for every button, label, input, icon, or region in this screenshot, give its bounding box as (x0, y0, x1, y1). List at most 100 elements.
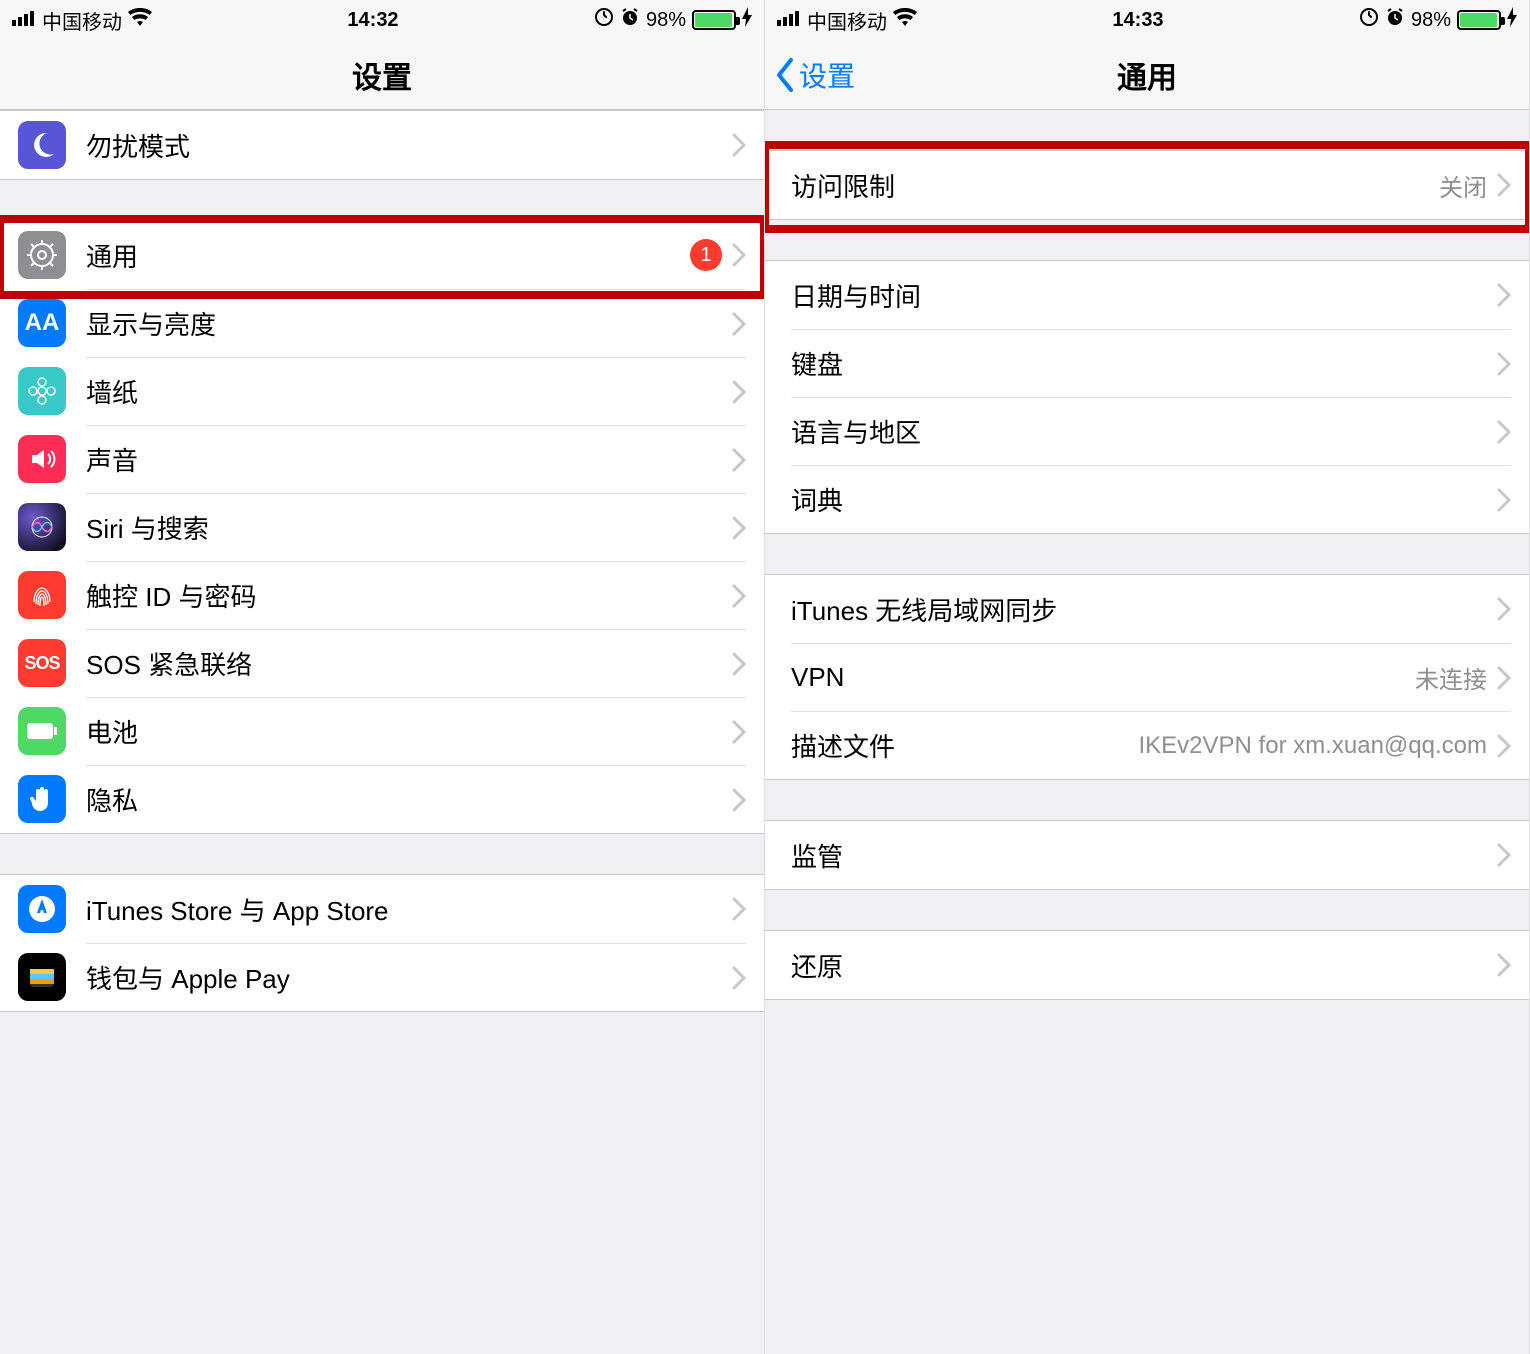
wifi-icon (893, 8, 917, 32)
row-sos[interactable]: SOS SOS 紧急联络 (0, 629, 764, 697)
chevron-right-icon (1497, 666, 1511, 690)
text-size-icon: AA (18, 299, 66, 347)
row-battery[interactable]: 电池 (0, 697, 764, 765)
page-title: 设置 (352, 53, 412, 97)
appstore-icon (18, 885, 66, 933)
page-title: 通用 (1117, 53, 1177, 97)
row-label: 键盘 (791, 345, 1497, 382)
row-vpn[interactable]: VPN未连接 (765, 643, 1529, 711)
gear-icon (18, 231, 66, 279)
general-list[interactable]: 访问限制 关闭 日期与时间 键盘 语言与地区 词典 (765, 110, 1529, 1354)
row-label: 语言与地区 (791, 413, 1497, 450)
row-label: 电池 (86, 713, 732, 750)
chevron-right-icon (732, 584, 746, 608)
chevron-right-icon (1497, 843, 1511, 867)
row-restrictions[interactable]: 访问限制 关闭 (765, 151, 1529, 219)
row-label: iTunes Store 与 App Store (86, 891, 732, 928)
chevron-right-icon (732, 448, 746, 472)
battery-pct: 98% (1411, 9, 1451, 32)
back-label: 设置 (799, 55, 855, 95)
row-label: 勿扰模式 (86, 127, 732, 164)
row-profile[interactable]: 描述文件IKEv2VPN for xm.xuan@qq.com (765, 711, 1529, 779)
row-label: 通用 (86, 237, 690, 274)
row-label: 访问限制 (791, 167, 1439, 204)
row-label: 日期与时间 (791, 277, 1497, 314)
back-button[interactable]: 设置 (775, 40, 855, 109)
row-label: iTunes 无线局域网同步 (791, 591, 1497, 628)
row-label: 声音 (86, 441, 732, 478)
chevron-right-icon (1497, 597, 1511, 621)
row-general[interactable]: 通用 1 (0, 221, 764, 289)
wallet-icon (18, 953, 66, 1001)
row-siri[interactable]: Siri 与搜索 (0, 493, 764, 561)
row-label: 监管 (791, 837, 1497, 874)
notification-badge: 1 (690, 239, 722, 271)
chevron-right-icon (1497, 420, 1511, 444)
row-dictionary[interactable]: 词典 (765, 465, 1529, 533)
chevron-right-icon (732, 380, 746, 404)
flower-icon (18, 367, 66, 415)
row-detail: IKEv2VPN for xm.xuan@qq.com (1139, 732, 1488, 760)
signal-icon (777, 9, 801, 32)
row-label: 墙纸 (86, 373, 732, 410)
chevron-right-icon (732, 312, 746, 336)
chevron-right-icon (732, 133, 746, 157)
chevron-right-icon (732, 243, 746, 267)
row-reset[interactable]: 还原 (765, 931, 1529, 999)
row-date-time[interactable]: 日期与时间 (765, 261, 1529, 329)
chevron-right-icon (1497, 734, 1511, 758)
battery-pct: 98% (646, 9, 686, 32)
chevron-right-icon (732, 897, 746, 921)
chevron-right-icon (732, 966, 746, 990)
row-label: 钱包与 Apple Pay (86, 959, 732, 996)
settings-list[interactable]: 勿扰模式 通用 1 AA 显示与亮度 (0, 110, 764, 1354)
row-wallet[interactable]: 钱包与 Apple Pay (0, 943, 764, 1011)
row-label: SOS 紧急联络 (86, 645, 732, 682)
chevron-right-icon (1497, 352, 1511, 376)
row-language[interactable]: 语言与地区 (765, 397, 1529, 465)
row-supervision[interactable]: 监管 (765, 821, 1529, 889)
row-wallpaper[interactable]: 墙纸 (0, 357, 764, 425)
row-privacy[interactable]: 隐私 (0, 765, 764, 833)
row-itunes-store[interactable]: iTunes Store 与 App Store (0, 875, 764, 943)
status-bar: 中国移动 14:32 98% (0, 0, 764, 40)
chevron-right-icon (1497, 488, 1511, 512)
siri-icon (18, 503, 66, 551)
battery-icon (18, 707, 66, 755)
wifi-icon (128, 8, 152, 32)
rotation-lock-icon (594, 7, 614, 33)
row-detail: 未连接 (1415, 660, 1487, 695)
chevron-right-icon (1497, 283, 1511, 307)
nav-bar: 设置 (0, 40, 764, 110)
hand-icon (18, 775, 66, 823)
moon-icon (18, 121, 66, 169)
chevron-right-icon (1497, 173, 1511, 197)
battery-icon (692, 10, 736, 30)
alarm-icon (620, 7, 640, 33)
row-label: 词典 (791, 481, 1497, 518)
carrier-label: 中国移动 (42, 6, 122, 35)
row-label: 触控 ID 与密码 (86, 577, 732, 614)
row-touchid[interactable]: 触控 ID 与密码 (0, 561, 764, 629)
charging-icon (1507, 7, 1517, 33)
fingerprint-icon (18, 571, 66, 619)
chevron-right-icon (732, 788, 746, 812)
status-bar: 中国移动 14:33 98% (765, 0, 1529, 40)
clock: 14:33 (1112, 9, 1163, 32)
row-label: 显示与亮度 (86, 305, 732, 342)
row-detail: 关闭 (1439, 168, 1487, 203)
signal-icon (12, 9, 36, 32)
screen-general: 中国移动 14:33 98% 设置 通用 (765, 0, 1530, 1354)
carrier-label: 中国移动 (807, 6, 887, 35)
row-display[interactable]: AA 显示与亮度 (0, 289, 764, 357)
clock: 14:32 (347, 9, 398, 32)
row-keyboard[interactable]: 键盘 (765, 329, 1529, 397)
row-label: 描述文件 (791, 727, 1139, 764)
row-label: 隐私 (86, 781, 732, 818)
rotation-lock-icon (1359, 7, 1379, 33)
nav-bar: 设置 通用 (765, 40, 1529, 110)
row-sound[interactable]: 声音 (0, 425, 764, 493)
battery-icon (1457, 10, 1501, 30)
row-itunes-wifi-sync[interactable]: iTunes 无线局域网同步 (765, 575, 1529, 643)
row-do-not-disturb[interactable]: 勿扰模式 (0, 111, 764, 179)
